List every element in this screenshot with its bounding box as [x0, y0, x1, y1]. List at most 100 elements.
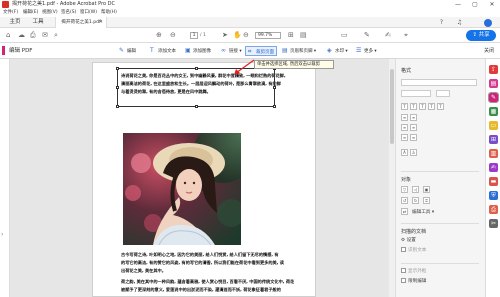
highlight-pen-icon[interactable]: ✎	[364, 31, 370, 40]
crop-handle[interactable]	[116, 86, 119, 89]
help-icon[interactable]: ?	[438, 19, 445, 26]
format-header: 格式	[401, 68, 412, 74]
stamp-icon[interactable]: ⌖	[404, 31, 408, 40]
edit-text-image-button[interactable]: ✎ 编辑	[119, 46, 136, 56]
more-tools-icon[interactable]: ✂	[489, 219, 498, 228]
edit-pdf-title: 编辑 PDF	[9, 48, 33, 54]
edit-pdf-tool-icon[interactable]: ✎	[488, 92, 499, 103]
menu-edit[interactable]: 编辑(E)	[23, 9, 38, 17]
show-bounding-boxes-option[interactable]: 显示外框	[401, 268, 426, 275]
menu-view[interactable]: 视图(V)	[42, 9, 58, 17]
align-center-icon[interactable]: ≡	[410, 114, 417, 121]
zoom-level-field[interactable]: 99.7%	[255, 32, 281, 39]
tab-document[interactable]: 揭开荷花之美1.pdf ✕	[55, 17, 107, 28]
crop-image-icon[interactable]: ⌗	[423, 197, 430, 204]
zoom-out-icon[interactable]: ⊖	[243, 31, 249, 40]
print-icon[interactable]: ⎙	[30, 31, 36, 40]
show-boxes-checkbox[interactable]	[401, 268, 406, 273]
comment-tool-icon[interactable]: ▭	[489, 121, 498, 130]
restrict-editing-option[interactable]: 限制编辑	[401, 278, 426, 285]
tab-home[interactable]: 主页	[5, 17, 25, 28]
restrict-edit-checkbox[interactable]	[401, 278, 406, 283]
paragraph-spacing-icon[interactable]: ≡	[410, 134, 417, 141]
comment-icon[interactable]: ▭	[341, 31, 348, 40]
scrollbar-thumb[interactable]	[390, 69, 394, 144]
acrobat-window: 揭开荷花之美1.pdf - Adobe Acrobat Pro DC — ▢ ✕…	[0, 0, 500, 297]
minimize-button[interactable]: —	[451, 0, 465, 9]
upload-cloud-icon[interactable]: ☁	[18, 31, 25, 40]
combine-files-icon[interactable]: ⊞	[489, 135, 498, 144]
replace-image-icon[interactable]: ⇄	[401, 208, 408, 215]
justify-icon[interactable]: ≡	[410, 124, 417, 131]
align-left-icon[interactable]: ≡	[401, 114, 408, 121]
flip-horizontal-icon[interactable]: ◁	[412, 186, 419, 193]
font-color-swatch[interactable]	[436, 90, 450, 97]
scan-ocr-icon[interactable]: ⎙	[489, 205, 498, 214]
watermark-button[interactable]: ◈ 水印 ▾	[327, 46, 348, 56]
menu-sign[interactable]: 签名(S)	[61, 9, 76, 17]
bold-icon[interactable]: T	[401, 103, 408, 110]
scroll-mode-icon[interactable]: ▤	[300, 31, 307, 40]
font-size-select[interactable]	[401, 90, 431, 97]
crop-handle[interactable]	[195, 105, 198, 108]
menu-help[interactable]: 帮助(H)	[101, 9, 117, 17]
menu-file[interactable]: 文件(F)	[3, 9, 18, 17]
rotate-left-icon[interactable]: ↺	[401, 197, 408, 204]
align-right-icon[interactable]: ≡	[401, 124, 408, 131]
link-button[interactable]: ∞ 链接 ▾	[221, 46, 242, 56]
organize-pages-icon[interactable]: ▥	[489, 149, 498, 158]
tab-tools[interactable]: 工具	[28, 17, 48, 28]
line-spacing-icon[interactable]: ≡	[401, 134, 408, 141]
menu-window[interactable]: 窗口(W)	[80, 9, 97, 17]
crop-handle[interactable]	[195, 67, 198, 70]
page-down-icon[interactable]: ⊖	[170, 31, 176, 40]
arrange-icon[interactable]: ▣	[423, 186, 430, 193]
crop-handle[interactable]	[273, 86, 276, 89]
search-icon[interactable]: ⌕	[54, 31, 58, 40]
save-icon[interactable]: ⌂	[6, 31, 10, 40]
export-excel-icon[interactable]: ▦	[489, 107, 498, 116]
crop-pages-button[interactable]: ⌗ 裁剪页面	[245, 46, 277, 56]
recognize-text-option[interactable]: 识别文本	[401, 247, 426, 254]
add-image-button[interactable]: ▣ 添加图像	[185, 46, 211, 56]
char-spacing-icon[interactable]: ȧ	[410, 149, 417, 156]
header-footer-button[interactable]: ▤ 页眉和页脚 ▾	[282, 46, 316, 56]
subscript-icon[interactable]: T	[437, 103, 444, 110]
pdf-page[interactable]: 诗说荷花之美, 你是百花丛中的女王, 到中幽静风景, 群花中显精致, 一眼和烂熟…	[92, 62, 316, 297]
font-family-select[interactable]	[401, 79, 477, 86]
hand-tool-icon[interactable]: ✋	[233, 31, 242, 40]
fill-sign-icon[interactable]: ✍	[489, 163, 498, 172]
expand-left-pane-icon[interactable]: ›	[1, 231, 3, 238]
close-edit-button[interactable]: 关闭	[484, 46, 494, 56]
add-text-button[interactable]: T 添加文本	[150, 46, 176, 56]
crop-handle[interactable]	[116, 67, 119, 70]
italic-icon[interactable]: T	[410, 103, 417, 110]
create-pdf-icon[interactable]: ▤	[489, 79, 498, 88]
export-pdf-icon[interactable]: ⇪	[489, 65, 498, 74]
crop-handle[interactable]	[116, 105, 119, 108]
maximize-button[interactable]: ▢	[468, 0, 482, 9]
user-avatar[interactable]	[484, 19, 492, 27]
more-button[interactable]: ☰ 更多 ▾	[356, 46, 377, 56]
close-window-button[interactable]: ✕	[485, 0, 499, 9]
edit-using-label[interactable]: 编辑工具 ▾	[412, 209, 434, 216]
settings-option[interactable]: ⚙ 设置	[401, 237, 416, 244]
page-number-input[interactable]: 1	[190, 32, 198, 39]
flip-vertical-icon[interactable]: ▽	[401, 186, 408, 193]
share-button[interactable]: ⇪ 共享	[466, 30, 496, 41]
recognize-text-checkbox[interactable]	[401, 247, 406, 252]
notification-bell-icon[interactable]: ♫	[456, 19, 463, 26]
rotate-right-icon[interactable]: ↻	[412, 197, 419, 204]
crop-handle[interactable]	[273, 105, 276, 108]
superscript-icon[interactable]: T	[428, 103, 435, 110]
close-tab-icon[interactable]: ✕	[99, 17, 103, 28]
protect-icon[interactable]: ⛨	[489, 191, 498, 200]
email-icon[interactable]: ✉	[42, 31, 48, 40]
underline-icon[interactable]: T	[419, 103, 426, 110]
select-cursor-icon[interactable]: ➤	[222, 31, 228, 40]
redact-icon[interactable]: ▬	[489, 177, 498, 186]
page-up-icon[interactable]: ⊕	[156, 31, 162, 40]
fit-page-icon[interactable]: ⊞	[288, 31, 294, 40]
sign-icon[interactable]: ✍	[385, 31, 391, 40]
char-scale-icon[interactable]: Ȧ	[401, 149, 408, 156]
